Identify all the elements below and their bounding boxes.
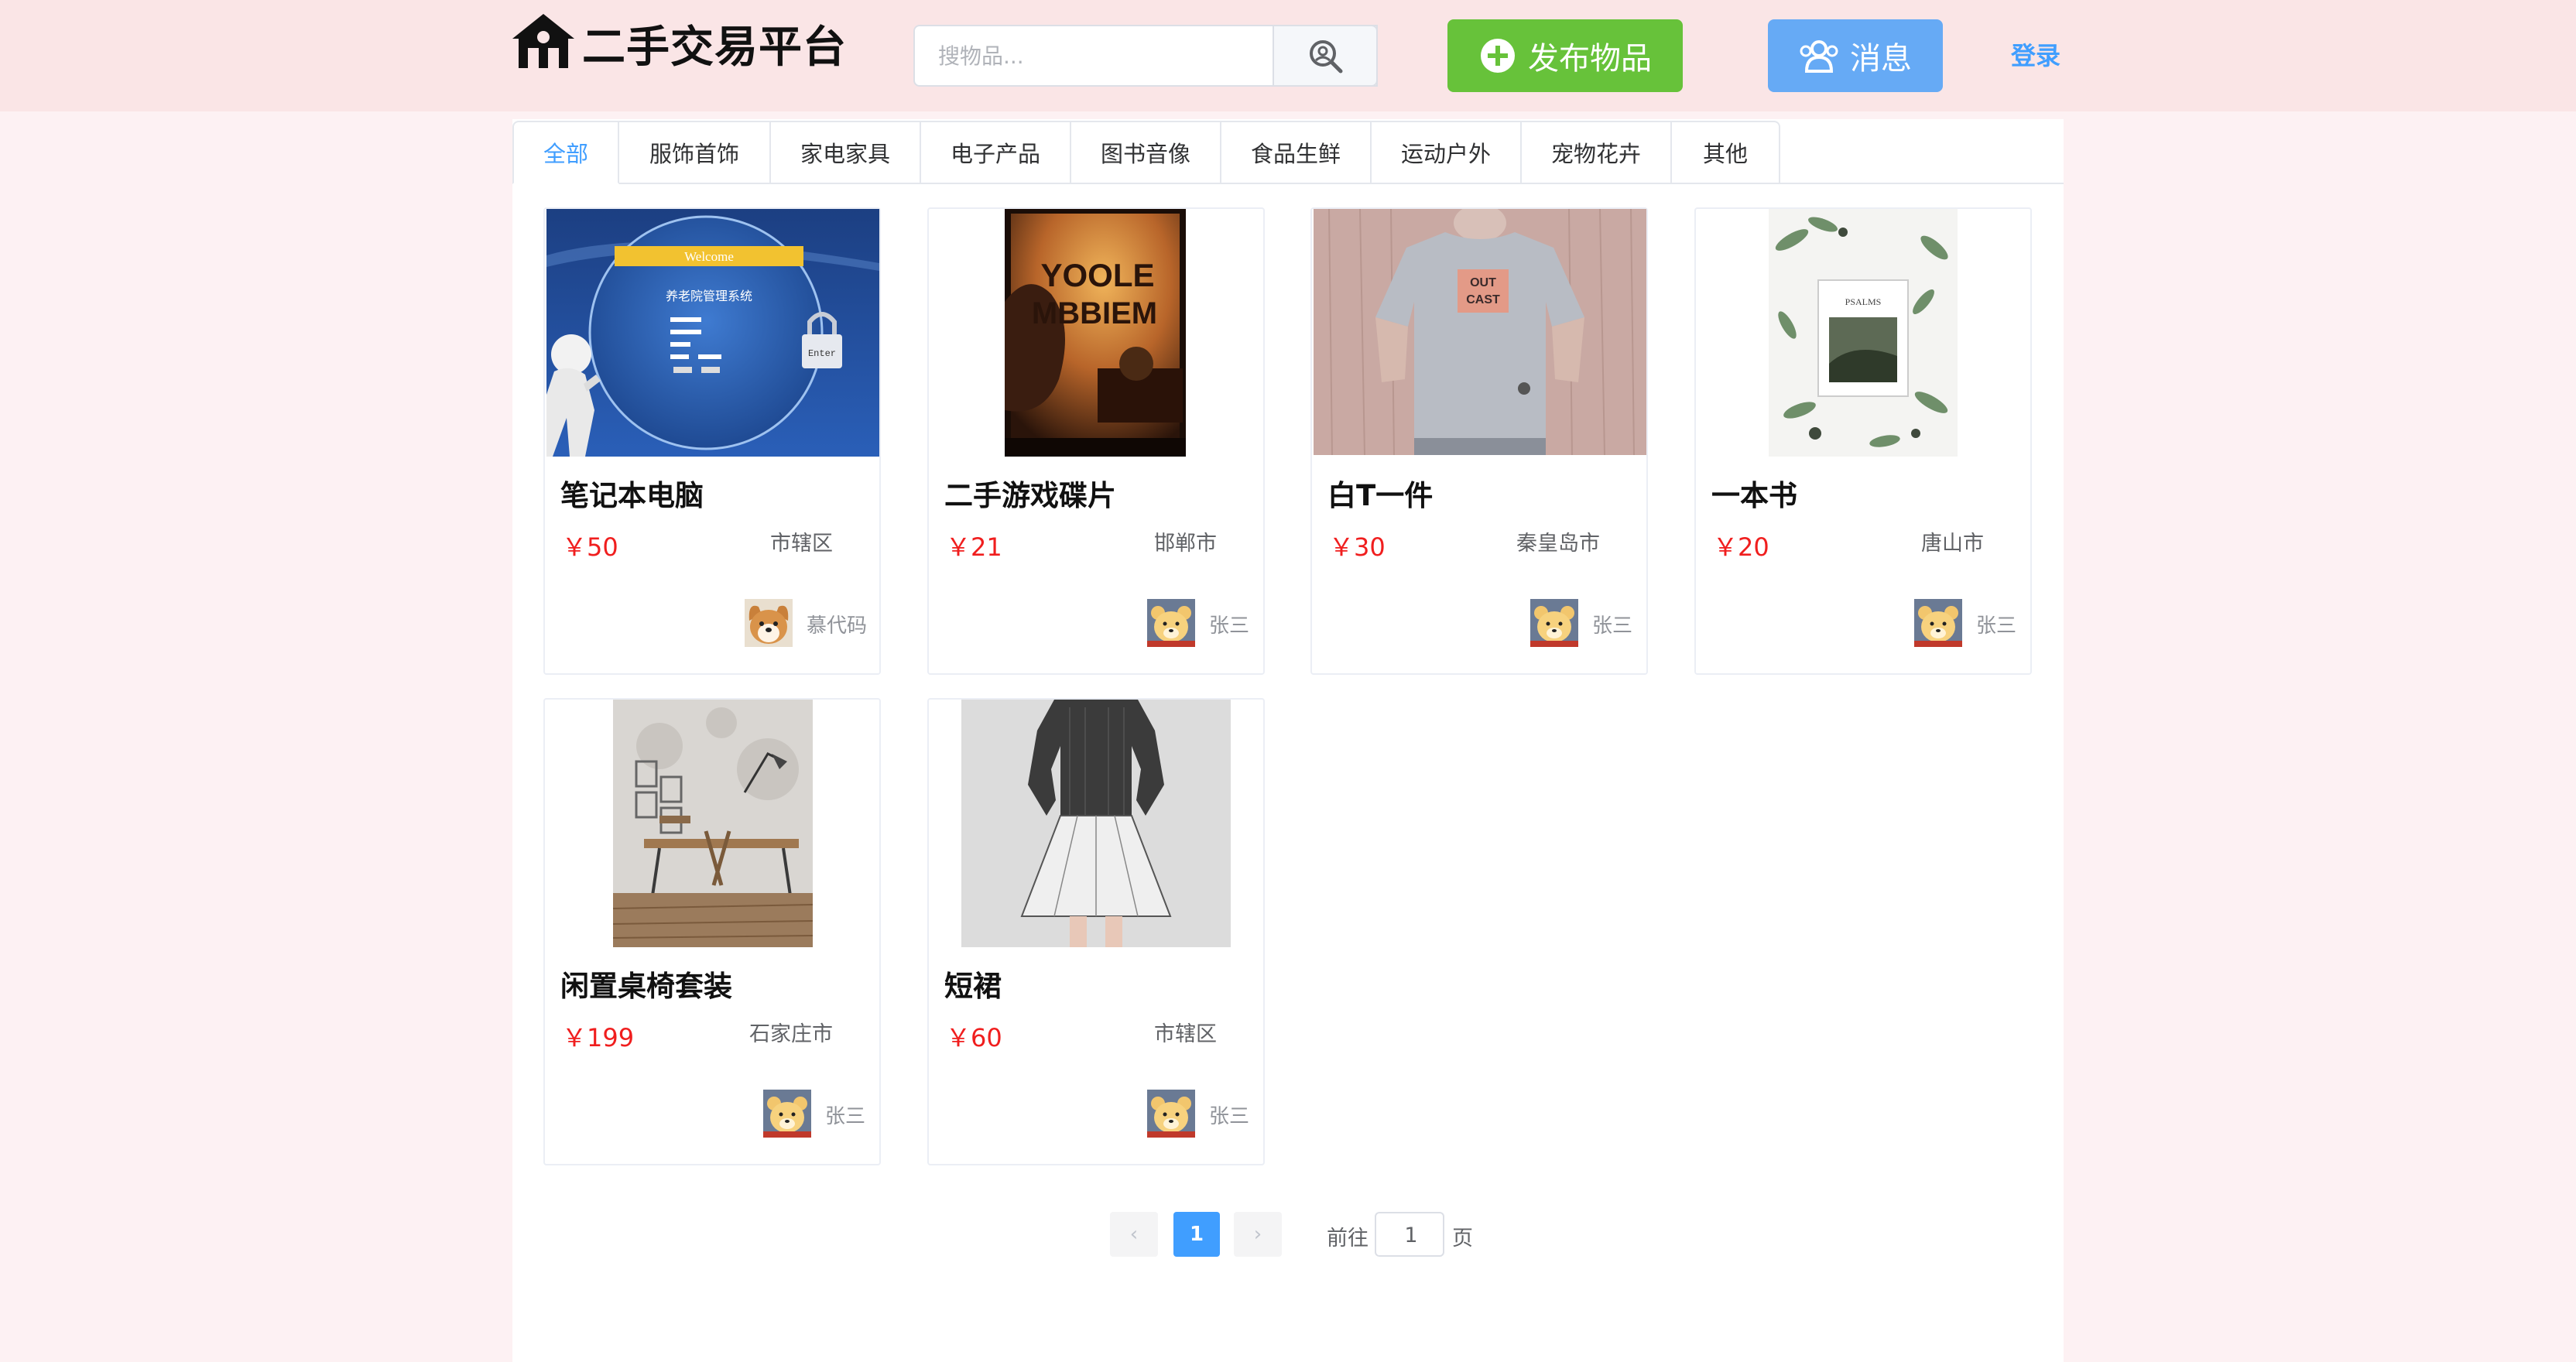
home-logo-icon[interactable] (511, 11, 576, 71)
item-price: ￥60 (946, 1023, 1002, 1052)
tab-other[interactable]: 其他 (1672, 121, 1780, 184)
tab-pets-flowers[interactable]: 宠物花卉 (1522, 121, 1672, 184)
item-card[interactable]: YOOLE MBBIEM 二手游戏碟片 ￥21 邯郸市 张三 (927, 207, 1265, 675)
item-seller-name: 张三 (1592, 614, 1633, 638)
item-seller-name: 张三 (825, 1105, 866, 1128)
item-image-book[interactable]: PSALMS (1769, 209, 1958, 457)
item-price: ￥30 (1329, 532, 1386, 562)
goto-label: 前往 (1327, 1227, 1368, 1251)
messages-button[interactable]: 消息 (1768, 19, 1943, 92)
item-card[interactable]: Welcome 养老院管理系统 Enter 笔记本电脑 ￥50 市辖区 慕代码 (543, 207, 881, 675)
page-suffix-label: 页 (1452, 1227, 1473, 1251)
login-link[interactable]: 登录 (2011, 37, 2060, 74)
item-location: 石家庄市 (749, 1022, 833, 1046)
item-image-skirt[interactable] (961, 700, 1231, 947)
item-title[interactable]: 二手游戏碟片 (944, 472, 1116, 514)
users-icon (1800, 40, 1838, 73)
item-location: 市辖区 (770, 532, 833, 556)
poster-text-2: MBBIEM (1032, 296, 1157, 330)
item-seller-name: 张三 (1976, 614, 2017, 638)
item-price: ￥21 (946, 532, 1002, 562)
item-card[interactable]: 闲置桌椅套装 ￥199 石家庄市 张三 (543, 698, 881, 1165)
item-seller-name: 张三 (1209, 1105, 1250, 1128)
tshirt-text-2: CAST (1466, 293, 1500, 306)
add-circle-icon (1481, 39, 1515, 73)
bear-avatar[interactable] (763, 1090, 811, 1138)
dog-avatar[interactable] (745, 599, 793, 647)
page-number-current[interactable]: 1 (1173, 1212, 1220, 1257)
item-location: 秦皇岛市 (1516, 532, 1600, 556)
search-button[interactable] (1273, 25, 1378, 87)
item-image-tshirt[interactable]: OUT CAST (1314, 204, 1646, 456)
bear-avatar[interactable] (1914, 599, 1962, 647)
item-title[interactable]: 闲置桌椅套装 (560, 963, 732, 1004)
tab-clothing-jewelry[interactable]: 服饰首饰 (619, 121, 771, 184)
next-page-button[interactable]: › (1234, 1212, 1282, 1257)
bear-avatar[interactable] (1147, 599, 1195, 647)
item-price: ￥199 (562, 1023, 635, 1052)
publish-item-button[interactable]: 发布物品 (1447, 19, 1683, 92)
item-title[interactable]: 笔记本电脑 (560, 472, 704, 514)
system-name-text: 养老院管理系统 (666, 289, 752, 303)
item-location: 唐山市 (1921, 532, 1984, 556)
welcome-text: Welcome (684, 249, 734, 264)
bear-avatar[interactable] (1530, 599, 1578, 647)
bear-avatar[interactable] (1147, 1090, 1195, 1138)
item-price: ￥50 (562, 532, 618, 562)
item-card[interactable]: OUT CAST 白T一件 ￥30 秦皇岛市 张三 (1310, 204, 1648, 675)
item-price: ￥20 (1713, 532, 1769, 562)
item-seller-name: 张三 (1209, 614, 1250, 638)
publish-item-label: 发布物品 (1528, 41, 1652, 77)
tab-sports-outdoor[interactable]: 运动户外 (1372, 121, 1522, 184)
item-image-login-screen[interactable]: Welcome 养老院管理系统 Enter (546, 209, 879, 457)
item-image-desk-chair[interactable] (612, 700, 814, 947)
item-card[interactable]: PSALMS 一本书 ￥20 唐山市 张三 (1694, 207, 2032, 675)
site-title[interactable]: 二手交易平台 (582, 17, 847, 79)
item-seller-name: 慕代码 (807, 614, 868, 638)
item-location: 市辖区 (1154, 1022, 1217, 1046)
book-title-text: PSALMS (1845, 296, 1882, 307)
prev-page-button[interactable]: ‹ (1110, 1212, 1158, 1257)
poster-text-1: YOOLE (1040, 257, 1154, 293)
tab-appliances-furniture[interactable]: 家电家具 (771, 121, 921, 184)
item-card[interactable]: 短裙 ￥60 市辖区 张三 (927, 698, 1265, 1165)
tab-books-media[interactable]: 图书音像 (1071, 121, 1221, 184)
item-title[interactable]: 白T一件 (1327, 472, 1433, 514)
item-location: 邯郸市 (1154, 532, 1217, 556)
search-icon (1310, 40, 1343, 74)
tab-food-fresh[interactable]: 食品生鲜 (1221, 121, 1372, 184)
goto-page-input[interactable] (1376, 1213, 1446, 1257)
item-title[interactable]: 短裙 (944, 963, 1002, 1004)
messages-label: 消息 (1850, 41, 1912, 77)
enter-text: Enter (808, 348, 836, 359)
tab-electronics[interactable]: 电子产品 (921, 121, 1071, 184)
item-title[interactable]: 一本书 (1711, 472, 1797, 514)
tshirt-text-1: OUT (1470, 276, 1496, 289)
item-image-game-poster[interactable]: YOOLE MBBIEM (1005, 209, 1186, 457)
goto-page-field[interactable] (1375, 1212, 1446, 1257)
tab-all[interactable]: 全部 (512, 121, 619, 184)
